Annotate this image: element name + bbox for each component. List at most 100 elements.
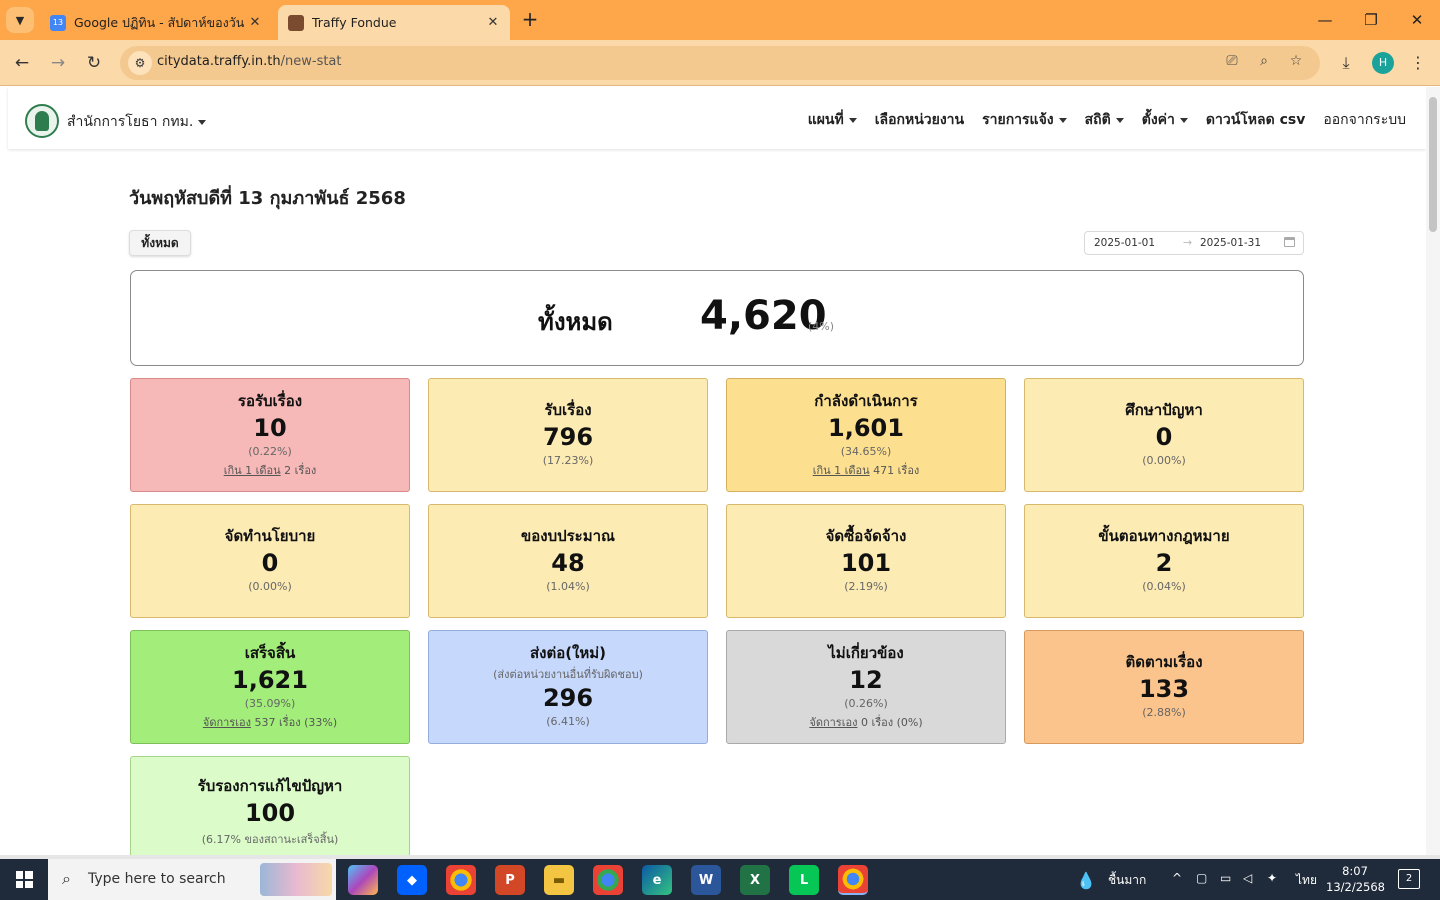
filter-all-button[interactable]: ทั้งหมด — [129, 230, 191, 256]
status-card-follow-up[interactable]: ติดตามเรื่อง 133 (2.88%) — [1024, 630, 1304, 744]
status-card-budget[interactable]: ของบประมาณ 48 (1.04%) — [428, 504, 708, 618]
nav-label: ตั้งค่า — [1141, 112, 1175, 128]
status-card-in-progress[interactable]: กำลังดำเนินการ 1,601 (34.65%) เกิน 1 เดื… — [726, 378, 1006, 492]
status-card-procurement[interactable]: จัดซื้อจัดจ้าง 101 (2.19%) — [726, 504, 1006, 618]
date-range-picker[interactable]: 2025-01-01 → 2025-01-31 — [1084, 231, 1304, 255]
card-subtitle: (ส่งต่อหน่วยงานอื่นที่รับผิดชอบ) — [493, 668, 643, 681]
status-card-completed[interactable]: เสร็จสิ้น 1,621 (35.09%) จัดการเอง 537 เ… — [130, 630, 410, 744]
end-date[interactable]: 2025-01-31 — [1200, 237, 1261, 249]
nav-logout[interactable]: ออกจากระบบ — [1323, 109, 1406, 131]
volume-icon[interactable]: ◁ — [1243, 871, 1252, 885]
card-title: รับเรื่อง — [544, 401, 592, 419]
new-tab-button[interactable]: + — [518, 8, 542, 32]
nav-label: เลือกหน่วยงาน — [874, 112, 965, 128]
card-percent: (0.22%) — [248, 445, 292, 458]
notification-button[interactable]: 2 — [1398, 869, 1420, 889]
dropbox-icon[interactable]: ◆ — [397, 865, 427, 895]
restore-button[interactable]: ❐ — [1348, 6, 1394, 34]
status-card-waiting[interactable]: รอรับเรื่อง 10 (0.22%) เกิน 1 เดือน 2 เร… — [130, 378, 410, 492]
card-value: 796 — [542, 423, 594, 451]
device-icon[interactable]: ▢ — [1196, 871, 1207, 885]
browser-tab-bar: ▼ 13 Google ปฏิทิน - สัปดาห์ของวันที่ 9 … — [0, 0, 1440, 40]
start-date[interactable]: 2025-01-01 — [1094, 237, 1155, 249]
start-button[interactable] — [0, 859, 48, 900]
bma-logo[interactable] — [25, 104, 59, 138]
search-highlight-art — [260, 863, 332, 896]
card-value: 296 — [542, 684, 594, 712]
card-note-text: 0 เรื่อง (0%) — [857, 716, 923, 729]
taskbar-clock[interactable]: 8:07 13/2/2568 — [1326, 863, 1385, 895]
status-card-study[interactable]: ศึกษาปัญหา 0 (0.00%) — [1024, 378, 1304, 492]
menu-kebab-icon[interactable]: ⋮ — [1405, 50, 1431, 76]
weather-icon[interactable]: 💧 — [1076, 871, 1096, 890]
org-dropdown[interactable]: สำนักการโยธา กทม. — [67, 111, 207, 133]
zoom-icon[interactable]: ⌕ — [1253, 53, 1275, 73]
card-value: 133 — [1138, 675, 1190, 703]
security-icon[interactable]: ✦ — [1267, 871, 1277, 885]
card-note-link[interactable]: เกิน 1 เดือน — [224, 464, 281, 477]
scrollbar-thumb[interactable] — [1429, 97, 1437, 232]
download-icon[interactable]: ⤓ — [1333, 50, 1359, 76]
calendar-icon[interactable] — [1284, 237, 1295, 247]
close-icon[interactable]: ✕ — [244, 15, 266, 30]
minimize-button[interactable]: — — [1302, 6, 1348, 34]
nav-download-csv[interactable]: ดาวน์โหลด csv — [1206, 109, 1305, 131]
url-text[interactable]: citydata.traffy.in.th/new-stat — [157, 54, 342, 69]
url-path: /new-stat — [280, 54, 342, 69]
status-card-resolution-certified[interactable]: รับรองการแก้ไขปัญหา 100 (6.17% ของสถานะเ… — [130, 756, 410, 857]
reload-button[interactable]: ↻ — [80, 49, 108, 77]
card-percent: (17.23%) — [542, 454, 594, 467]
status-card-received[interactable]: รับเรื่อง 796 (17.23%) — [428, 378, 708, 492]
card-title: รอรับเรื่อง — [237, 392, 303, 410]
card-note-link[interactable]: เกิน 1 เดือน — [813, 464, 870, 477]
language-indicator[interactable]: ไทย — [1296, 871, 1317, 890]
chrome-icon[interactable] — [446, 865, 476, 895]
address-bar[interactable]: ⚙ citydata.traffy.in.th/new-stat ⎚ ⌕ ☆ — [120, 46, 1320, 80]
card-title: กำลังดำเนินการ — [814, 392, 918, 410]
chrome-active-icon[interactable] — [838, 865, 868, 895]
close-window-button[interactable]: ✕ — [1394, 6, 1440, 34]
profile-avatar[interactable]: H — [1372, 52, 1394, 74]
status-card-legal[interactable]: ขั้นตอนทางกฎหมาย 2 (0.04%) — [1024, 504, 1304, 618]
nav-statistics[interactable]: สถิติ — [1085, 109, 1124, 131]
tab-google-calendar[interactable]: 13 Google ปฏิทิน - สัปดาห์ของวันที่ 9 ✕ — [40, 5, 272, 40]
word-icon[interactable]: W — [691, 865, 721, 895]
taskbar-search[interactable]: ⌕ Type here to search — [48, 859, 336, 900]
url-domain: citydata.traffy.in.th — [157, 54, 281, 69]
status-card-irrelevant[interactable]: ไม่เกี่ยวข้อง 12 (0.26%) จัดการเอง 0 เรื… — [726, 630, 1006, 744]
tab-traffy-fondue[interactable]: Traffy Fondue ✕ — [278, 5, 510, 40]
card-note-text: 537 เรื่อง (33%) — [250, 716, 338, 729]
nav-settings[interactable]: ตั้งค่า — [1142, 109, 1188, 131]
install-app-icon[interactable]: ⎚ — [1221, 53, 1243, 73]
card-title: รับรองการแก้ไขปัญหา — [197, 777, 343, 795]
bookmark-star-icon[interactable]: ☆ — [1285, 53, 1307, 73]
nav-select-agency[interactable]: เลือกหน่วยงาน — [875, 109, 964, 131]
chevron-up-icon[interactable]: ^ — [1172, 871, 1182, 885]
card-value: 1,601 — [828, 414, 904, 442]
powerpoint-icon[interactable]: P — [495, 865, 525, 895]
windows-taskbar: ⌕ Type here to search ◆ P ▬ e W X L 💧 ชื… — [0, 859, 1440, 900]
weather-text[interactable]: ชื้นมาก — [1108, 871, 1146, 890]
site-settings-icon[interactable]: ⚙ — [128, 51, 152, 75]
file-explorer-icon[interactable]: ▬ — [544, 865, 574, 895]
excel-icon[interactable]: X — [740, 865, 770, 895]
close-icon[interactable]: ✕ — [482, 15, 504, 30]
logo-emblem-icon — [35, 111, 49, 131]
edge-icon[interactable]: e — [642, 865, 672, 895]
forward-button[interactable]: → — [44, 49, 72, 77]
network-icon[interactable]: ▭ — [1220, 871, 1231, 885]
card-note-link[interactable]: จัดการเอง — [203, 716, 251, 729]
line-icon[interactable]: L — [789, 865, 819, 895]
caret-down-icon — [1115, 117, 1124, 123]
chrome-profile-icon[interactable] — [593, 865, 623, 895]
card-note-link[interactable]: จัดการเอง — [809, 716, 857, 729]
copilot-icon[interactable] — [348, 865, 378, 895]
nav-reports[interactable]: รายการแจ้ง — [982, 109, 1067, 131]
tab-search-button[interactable]: ▼ — [6, 7, 34, 33]
card-note: จัดการเอง 537 เรื่อง (33%) — [131, 713, 409, 731]
card-title: จัดซื้อจัดจ้าง — [825, 527, 907, 545]
status-card-policy[interactable]: จัดทำนโยบาย 0 (0.00%) — [130, 504, 410, 618]
status-card-forwarded[interactable]: ส่งต่อ(ใหม่) (ส่งต่อหน่วยงานอื่นที่รับผิ… — [428, 630, 708, 744]
back-button[interactable]: ← — [8, 49, 36, 77]
nav-map[interactable]: แผนที่ — [808, 109, 857, 131]
